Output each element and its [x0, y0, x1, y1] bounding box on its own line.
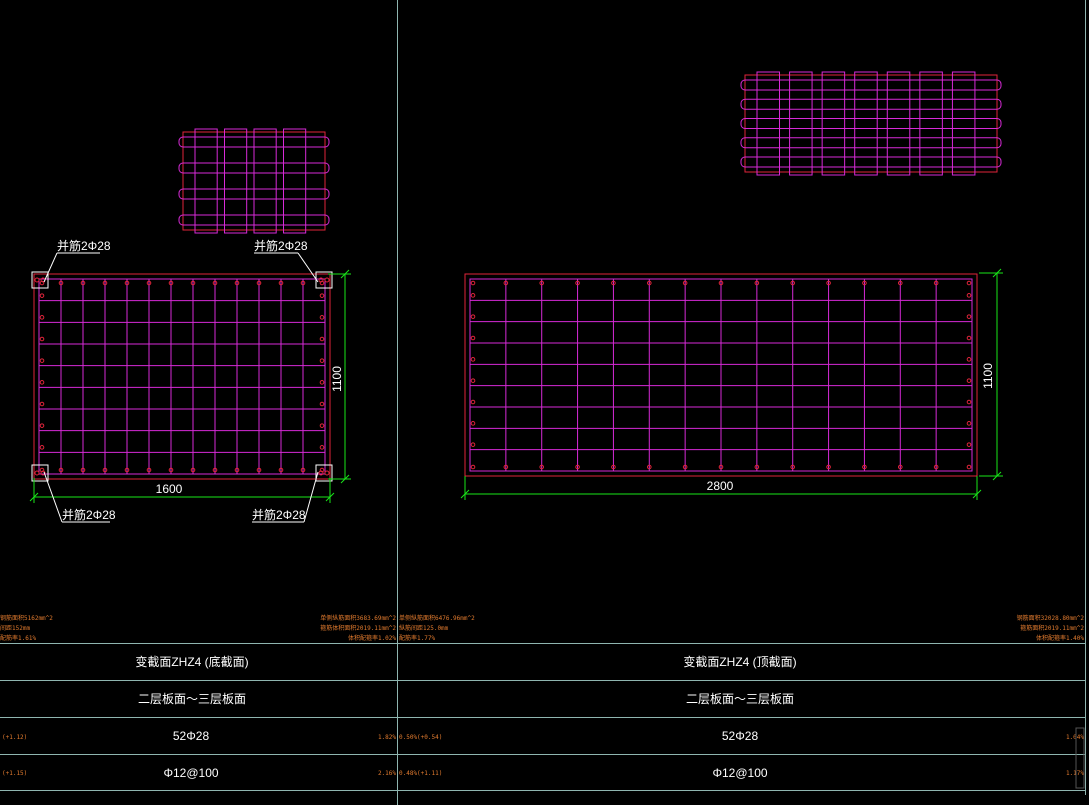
rebar-dot — [319, 380, 325, 385]
rebar-dot — [324, 470, 330, 476]
thumb-stirrup — [821, 71, 846, 176]
rebar-dot — [966, 314, 972, 319]
rebar-dot — [319, 293, 325, 298]
rebar-dot — [966, 378, 972, 383]
thumb-stirrup — [919, 71, 943, 176]
right-width-dimension: 2800 — [707, 479, 734, 493]
note-mid-right-3: 配筋率1.77% — [399, 634, 435, 642]
note-right-edge-2: 箍筋面积2019.11mm^2 — [1020, 624, 1084, 632]
rebar-dot — [319, 423, 325, 428]
rebar-dot — [319, 336, 325, 342]
note-right-edge-3: 体积配箍率1.40% — [1036, 634, 1084, 642]
right-stir-ratio-b: 1.17% — [1066, 770, 1084, 777]
right-stir-ratio-a: 0.48%(+1.11) — [399, 770, 442, 777]
thumb-stirrup — [854, 71, 878, 176]
rebar-dot — [319, 315, 325, 320]
left-section-title: 变截面ZHZ4 (底截面) — [135, 654, 248, 669]
rebar-dot — [39, 358, 45, 363]
left-long-ratio-a: (+1.12) — [2, 734, 27, 741]
rebar-dot — [966, 399, 972, 405]
right-section-title: 变截面ZHZ4 (顶截面) — [683, 654, 796, 669]
stirrup-outer — [38, 278, 326, 475]
rebar-dot — [966, 280, 972, 286]
note-left-edge-2: 间距152mm — [0, 624, 30, 632]
note-mid-right-1: 单侧纵筋面积6476.96mm^2 — [399, 614, 475, 622]
note-mid-left-1: 单侧纵筋面积3683.69mm^2 — [320, 614, 396, 622]
note-mid-left-3: 体积配箍率1.02% — [348, 634, 396, 642]
rebar-dot — [966, 442, 972, 447]
tie-label-bottom-left: 并筋2Φ28 — [62, 507, 116, 522]
rebar-dot — [39, 380, 45, 385]
left-width-dimension: 1600 — [156, 482, 183, 496]
thumb-stirrup — [253, 128, 277, 234]
right-floor-range: 二层板面～三层板面 — [686, 692, 794, 706]
left-section-thumbnail — [178, 128, 330, 234]
tie-label-bottom-right: 并筋2Φ28 — [252, 507, 306, 522]
rebar-dot — [39, 336, 45, 342]
right-column-section — [464, 273, 978, 477]
left-stir-ratio-b: 2.16% — [378, 770, 396, 777]
section-outline — [33, 273, 331, 480]
rebar-dot — [966, 357, 972, 362]
rebar-dot — [319, 358, 325, 363]
rebar-dot — [470, 314, 476, 319]
thumb-stirrup — [283, 128, 307, 234]
drawing-frame — [0, 0, 1086, 805]
rebar-dot — [39, 315, 45, 320]
rebar-dot — [966, 293, 972, 298]
right-height-dimension: 1100 — [981, 363, 995, 389]
rebar-dot — [470, 280, 476, 286]
left-floor-range: 二层板面～三层板面 — [138, 692, 246, 706]
cad-drawing-canvas[interactable]: 1600 1100 2800 1100 并筋2Φ28 并筋2Φ28 并筋2Φ28… — [0, 0, 1089, 805]
rebar-dot — [966, 464, 972, 470]
rebar-dot — [39, 293, 45, 298]
left-height-dimension: 1100 — [330, 366, 344, 392]
rebar-dot — [470, 293, 476, 298]
rebar-dot — [39, 445, 45, 450]
rebar-dot — [39, 401, 45, 407]
tie-label-top-right: 并筋2Φ28 — [254, 238, 308, 253]
rebar-dot — [34, 277, 40, 283]
thumb-stirrup — [789, 71, 813, 176]
rebar-dot — [470, 421, 476, 426]
rebar-dot — [470, 335, 476, 341]
right-section-thumbnail — [740, 71, 1002, 176]
rebar-dot — [34, 470, 40, 476]
rebar-dot — [470, 464, 476, 470]
thumb-stirrup — [886, 71, 911, 176]
rebar-dot — [39, 423, 45, 428]
left-column-section — [31, 271, 333, 482]
note-mid-left-2: 箍筋体积面积2019.11mm^2 — [320, 624, 396, 632]
rebar-dot — [470, 399, 476, 405]
right-long-ratio-a: 0.50%(+0.54) — [399, 734, 442, 741]
thumb-stirrup — [951, 71, 976, 176]
note-left-edge-1: 钢筋面积5162mm^2 — [0, 614, 53, 622]
right-longitudinal-rebar: 52Φ28 — [722, 729, 759, 743]
rebar-dot — [966, 335, 972, 341]
left-long-ratio-b: 1.82% — [378, 734, 396, 741]
rebar-dot — [324, 277, 330, 283]
rebar-dot — [470, 357, 476, 362]
rebar-dot — [966, 421, 972, 426]
thumb-stirrup — [224, 128, 248, 234]
rebar-dot — [470, 442, 476, 447]
thumb-stirrup — [756, 71, 780, 176]
right-stirrup: Φ12@100 — [712, 766, 767, 780]
note-mid-right-2: 纵筋间距125.0mm — [399, 624, 449, 632]
thumb-stirrup — [194, 128, 218, 234]
rebar-dot — [319, 401, 325, 407]
tie-label-top-left: 并筋2Φ28 — [57, 238, 111, 253]
rebar-dot — [319, 445, 325, 450]
note-right-edge-1: 钢筋面积32028.80mm^2 — [1017, 614, 1085, 622]
left-longitudinal-rebar: 52Φ28 — [173, 729, 210, 743]
rebar-dot — [470, 378, 476, 383]
note-left-edge-3: 配筋率1.61% — [0, 634, 36, 642]
left-stirrup: Φ12@100 — [163, 766, 218, 780]
right-long-ratio-b: 1.04% — [1066, 734, 1084, 741]
left-stir-ratio-a: (+1.15) — [2, 770, 27, 777]
